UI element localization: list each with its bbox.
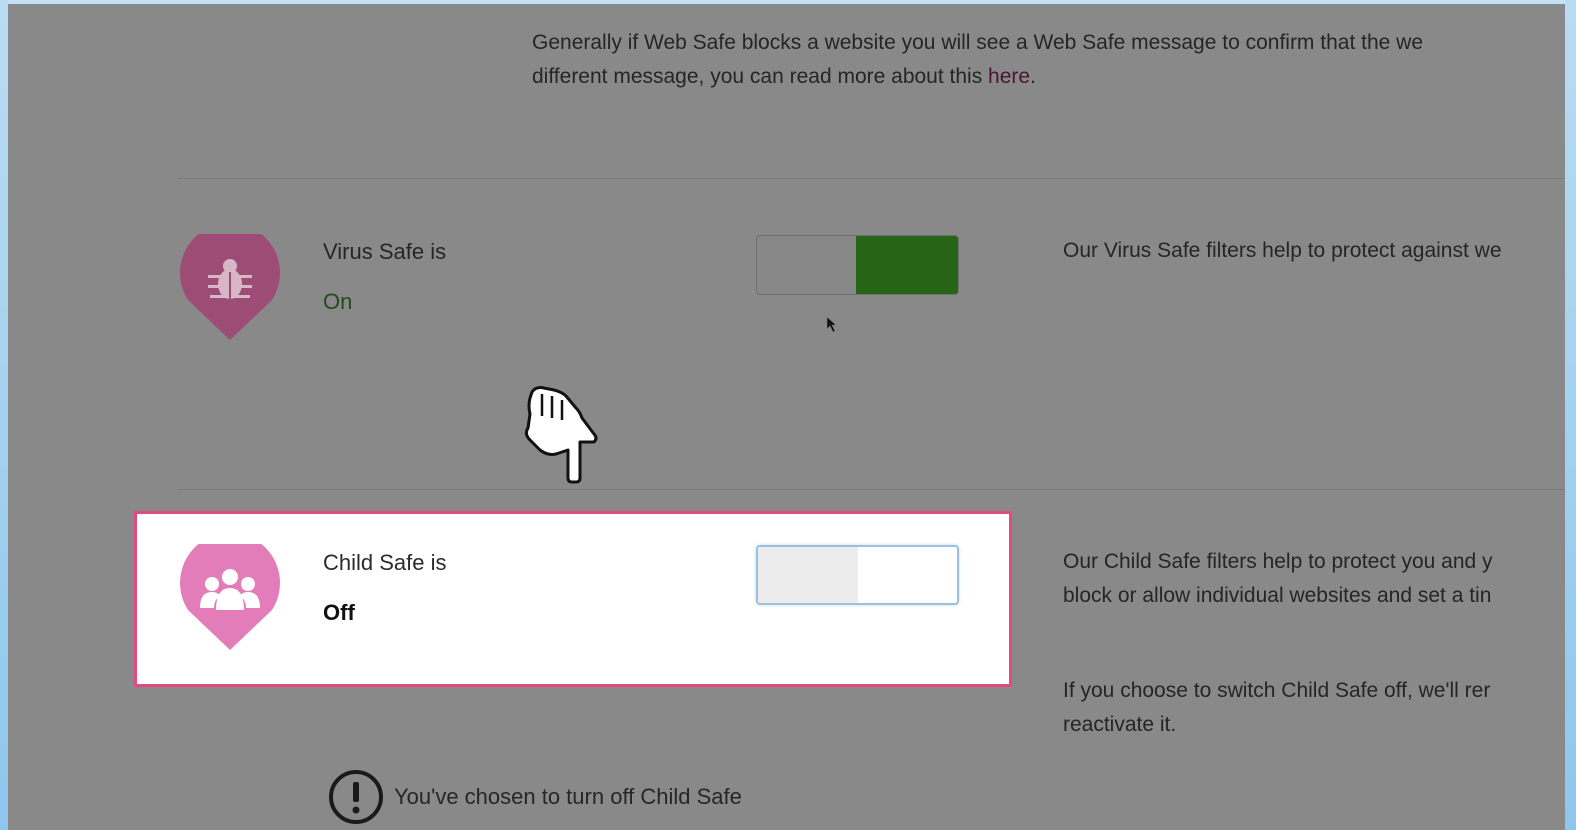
divider <box>178 178 1565 179</box>
exclamation-circle-icon <box>329 770 383 824</box>
warning-text: You've chosen to turn off Child Safe <box>394 784 742 809</box>
read-more-link[interactable]: here <box>988 65 1030 88</box>
virus-safe-toggle[interactable] <box>756 235 959 295</box>
intro-line-1: Generally if Web Safe blocks a website y… <box>532 31 1423 54</box>
virus-safe-status: On <box>323 289 353 314</box>
virus-safe-description: Our Virus Safe filters help to protect a… <box>1063 239 1502 262</box>
child-safe-description: Our Child Safe filters help to protect y… <box>1063 550 1493 607</box>
divider <box>178 489 1565 490</box>
virus-safe-label: Virus Safe is <box>323 239 447 264</box>
window-frame-left <box>0 0 8 830</box>
family-icon <box>180 544 280 650</box>
arrow-cursor-icon <box>826 316 837 333</box>
hand-pointer-cursor-icon <box>524 386 598 484</box>
child-safe-toggle[interactable] <box>756 545 959 605</box>
child-safe-status: Off <box>323 600 355 625</box>
window-frame-right <box>1565 0 1576 830</box>
child-safe-label: Child Safe is <box>323 550 447 575</box>
child-safe-warning: You've chosen to turn off Child Safe <box>328 769 742 825</box>
toggle-on-indicator <box>856 236 958 294</box>
bug-icon <box>180 234 280 340</box>
toggle-off-indicator <box>758 547 858 603</box>
intro-text: Generally if Web Safe blocks a website y… <box>532 26 1423 94</box>
child-safe-off-notice: If you choose to switch Child Safe off, … <box>1063 679 1491 736</box>
intro-line-2: different message, you can read more abo… <box>532 65 1036 88</box>
page-overlay: Generally if Web Safe blocks a website y… <box>8 4 1565 830</box>
